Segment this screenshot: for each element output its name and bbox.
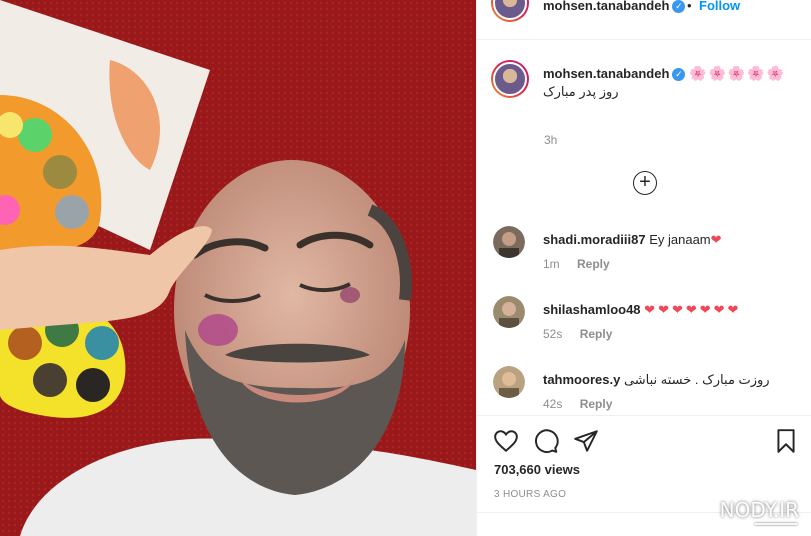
comment-meta: 52s Reply <box>543 327 612 341</box>
comment-meta: 1m Reply <box>543 257 610 271</box>
reply-button[interactable]: Reply <box>580 327 613 341</box>
caption-body: mohsen.tanabandeh ✓ 🌸🌸🌸🌸🌸 روز پدر مبارک <box>543 64 793 101</box>
comment-time[interactable]: 42s <box>543 397 562 411</box>
like-heart-icon[interactable] <box>493 428 519 454</box>
post-video[interactable] <box>0 0 476 536</box>
author-avatar[interactable] <box>491 0 529 22</box>
separator-dot: • <box>687 0 692 13</box>
comment-meta: 42s Reply <box>543 397 612 411</box>
video-frame <box>0 0 476 536</box>
post-side-panel: mohsen.tanabandeh ✓ • Follow mohsen.tanab… <box>476 0 811 536</box>
comment-time[interactable]: 1m <box>543 257 560 271</box>
commenter-avatar[interactable] <box>493 366 525 398</box>
caption-text: روز پدر مبارک <box>543 84 619 99</box>
author-username-text: mohsen.tanabandeh <box>543 0 670 13</box>
comment-bubble-icon[interactable] <box>533 428 559 454</box>
commenter-username[interactable]: shilashamloo48 <box>543 302 641 317</box>
author-username[interactable]: mohsen.tanabandeh ✓ <box>543 0 686 14</box>
follow-button[interactable]: Follow <box>699 0 740 13</box>
save-bookmark-icon[interactable] <box>773 428 799 454</box>
caption-author-username[interactable]: mohsen.tanabandeh <box>543 66 669 81</box>
commenter-username[interactable]: tahmoores.y <box>543 372 620 387</box>
site-watermark: NODY.IR <box>719 498 799 522</box>
comment-text: Ey janaam <box>649 232 711 247</box>
reply-button[interactable]: Reply <box>580 397 613 411</box>
comment-emoji: ❤❤❤❤❤❤❤ <box>644 302 742 317</box>
verified-badge-icon: ✓ <box>672 0 686 14</box>
comment-time[interactable]: 52s <box>543 327 562 341</box>
caption-time[interactable]: 3h <box>544 133 557 147</box>
reply-button[interactable]: Reply <box>577 257 610 271</box>
comment-text: روزت مبارک . خسته نباشی <box>623 372 770 387</box>
comment-line: shadi.moradiii87 Ey janaam❤ <box>543 232 722 248</box>
comment-line: shilashamloo48 ❤❤❤❤❤❤❤ <box>543 302 741 318</box>
comment-line: tahmoores.y روزت مبارک . خسته نباشی <box>543 372 770 388</box>
comment-item: shilashamloo48 ❤❤❤❤❤❤❤ 52s Reply <box>493 296 798 356</box>
caption-author-avatar[interactable] <box>491 60 529 98</box>
view-count[interactable]: 703,660 views <box>494 462 580 477</box>
post-timestamp[interactable]: 3 HOURS AGO <box>494 489 566 500</box>
load-more-comments-button[interactable]: + <box>633 171 657 195</box>
site-watermark-subtext-logo: ▬▬▬▬▬▬ <box>755 520 797 527</box>
post-header: mohsen.tanabandeh ✓ • Follow <box>477 0 811 40</box>
share-paper-plane-icon[interactable] <box>573 428 599 454</box>
commenter-avatar[interactable] <box>493 226 525 258</box>
comment-emoji: ❤ <box>710 232 722 247</box>
commenter-avatar[interactable] <box>493 296 525 328</box>
plus-circle-icon: + <box>639 171 651 193</box>
caption-emoji: 🌸🌸🌸🌸🌸 <box>689 65 787 81</box>
verified-badge-icon: ✓ <box>672 68 686 82</box>
comment-item: shadi.moradiii87 Ey janaam❤ 1m Reply <box>493 226 798 286</box>
commenter-username[interactable]: shadi.moradiii87 <box>543 232 646 247</box>
